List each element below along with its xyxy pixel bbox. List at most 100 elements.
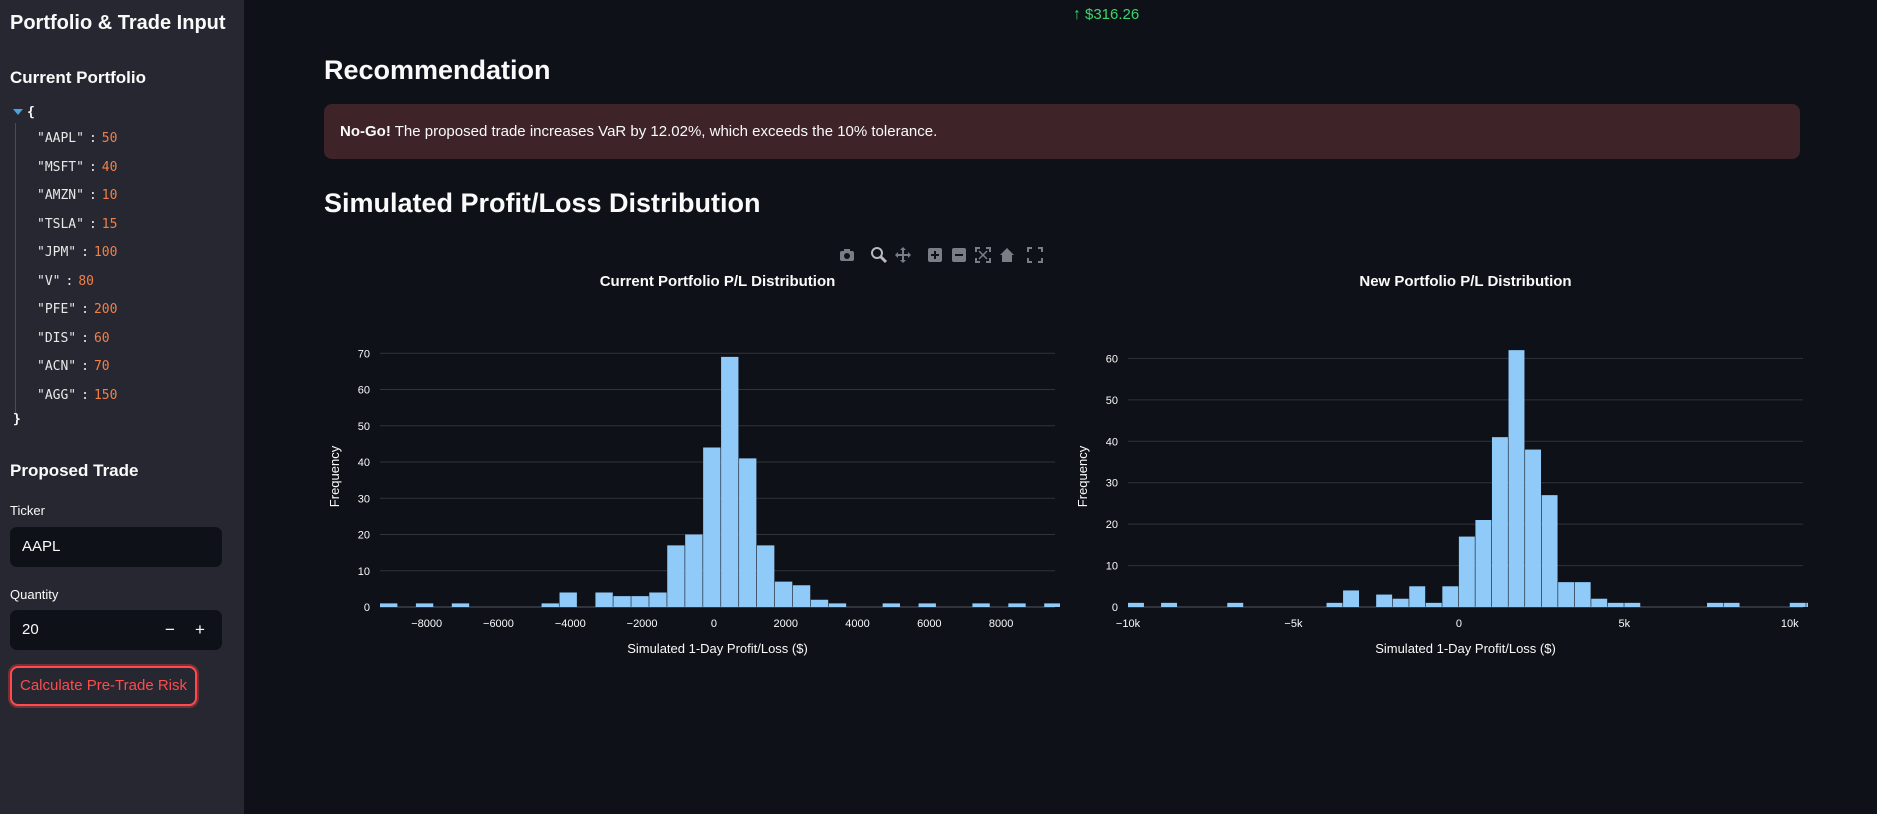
histogram-bar[interactable] (1475, 520, 1492, 607)
histogram-bar[interactable] (1574, 582, 1591, 607)
x-tick-label: −10k (1116, 618, 1141, 630)
histogram-bar[interactable] (739, 458, 757, 607)
histogram-bar[interactable] (667, 545, 685, 607)
x-tick-label: 8000 (989, 618, 1013, 630)
histogram-bar[interactable] (918, 603, 936, 607)
histogram-bar[interactable] (559, 592, 577, 608)
x-tick-label: 6000 (917, 618, 941, 630)
y-tick-label: 50 (1106, 395, 1118, 407)
portfolio-key: "JPM" (37, 245, 77, 260)
y-tick-label: 0 (364, 602, 370, 614)
pan-icon[interactable] (894, 246, 912, 264)
x-tick-label: 4000 (845, 618, 869, 630)
portfolio-key: "TSLA" (37, 216, 84, 232)
histogram-bar[interactable] (721, 356, 739, 607)
y-tick-label: 30 (358, 493, 370, 505)
quantity-value: 20 (22, 621, 39, 638)
portfolio-value: 10 (101, 188, 118, 203)
histogram-bar[interactable] (1607, 602, 1624, 607)
histogram-bar[interactable] (1458, 536, 1475, 607)
histogram-bar[interactable] (1707, 602, 1723, 607)
histogram-bar[interactable] (1541, 495, 1558, 607)
chart-title: Current Portfolio P/L Distribution (600, 273, 836, 290)
histogram-bar[interactable] (1723, 602, 1740, 607)
y-axis-label: Frequency (1075, 445, 1090, 507)
increment-button[interactable]: + (185, 610, 215, 650)
y-tick-label: 40 (1106, 436, 1118, 448)
portfolio-value: 60 (93, 330, 110, 346)
histogram-bar[interactable] (1442, 586, 1459, 607)
histogram-bar[interactable] (415, 603, 434, 607)
y-tick-label: 40 (358, 457, 370, 469)
histogram-bar[interactable] (631, 596, 649, 607)
histogram-bar[interactable] (1558, 582, 1575, 607)
collapse-caret-icon[interactable] (13, 109, 23, 115)
histogram-bar[interactable] (1806, 602, 1808, 607)
histogram-bar[interactable] (1624, 602, 1641, 607)
histogram-bar[interactable] (1044, 603, 1060, 607)
histogram-bar[interactable] (792, 585, 811, 607)
portfolio-key: "MSFT" (37, 159, 84, 175)
histogram-bar[interactable] (882, 603, 901, 607)
ticker-label: Ticker (10, 503, 45, 518)
calculate-risk-button[interactable]: Calculate Pre-Trade Risk (10, 666, 197, 706)
autoscale-icon[interactable] (974, 246, 992, 264)
distribution-heading: Simulated Profit/Loss Distribution (324, 188, 761, 218)
histogram-bar[interactable] (756, 545, 775, 607)
histogram-bar[interactable] (685, 534, 703, 608)
portfolio-entry: "PFE":200 (37, 300, 117, 320)
histogram-bar[interactable] (1525, 449, 1542, 607)
histogram-bar[interactable] (810, 599, 829, 607)
portfolio-colon: : (88, 216, 97, 232)
histogram-bar[interactable] (972, 603, 990, 607)
histogram-bar[interactable] (1409, 586, 1426, 607)
histogram-bar[interactable] (1326, 602, 1343, 607)
histogram-bar[interactable] (1591, 598, 1608, 607)
zoom-icon[interactable] (870, 246, 888, 264)
current-pl-histogram: 0 10 20 30 40 50 60 70 −8000 −6000 −4000 −2000 0 2000… (327, 273, 1060, 656)
alert-bold: No-Go! (340, 123, 391, 140)
histogram-bar[interactable] (595, 592, 613, 608)
zoom-out-icon[interactable] (950, 246, 968, 264)
histogram-bar[interactable] (541, 603, 559, 607)
portfolio-key: "AMZN" (37, 188, 84, 203)
histogram-bar[interactable] (1508, 350, 1525, 607)
histogram-bar[interactable] (1392, 598, 1409, 607)
histogram-bar[interactable] (1789, 602, 1806, 607)
json-brace-open: { (27, 105, 35, 120)
zoom-in-icon[interactable] (926, 246, 944, 264)
histogram-bar[interactable] (703, 447, 721, 608)
portfolio-value: 200 (93, 302, 118, 317)
x-tick-label: 5k (1619, 618, 1631, 630)
quantity-stepper[interactable]: 20 − + (10, 610, 222, 650)
x-axis-label: Simulated 1-Day Profit/Loss ($) (627, 641, 808, 656)
histogram-bar[interactable] (649, 592, 667, 608)
histogram-bar[interactable] (1425, 602, 1442, 607)
portfolio-entry: "AMZN":10 (37, 186, 117, 206)
camera-icon[interactable] (838, 246, 856, 264)
y-tick-label: 60 (1106, 353, 1118, 365)
decrement-button[interactable]: − (155, 610, 185, 650)
histogram-bar[interactable] (1227, 602, 1244, 607)
histogram-bar[interactable] (828, 603, 847, 607)
histogram-bar[interactable] (1161, 602, 1178, 607)
histogram-bar[interactable] (1128, 602, 1144, 607)
histogram-bar[interactable] (1376, 594, 1393, 607)
histogram-bar[interactable] (451, 603, 470, 607)
sidebar-title: Portfolio & Trade Input (10, 12, 226, 34)
portfolio-value: 150 (93, 387, 118, 403)
y-tick-label: 10 (1106, 561, 1118, 573)
x-tick-label: −4000 (555, 618, 586, 630)
portfolio-colon: : (81, 359, 89, 374)
ticker-input[interactable]: AAPL (10, 527, 222, 567)
fullscreen-icon[interactable] (1026, 246, 1044, 264)
histogram-bar[interactable] (774, 581, 793, 607)
portfolio-colon: : (88, 159, 97, 175)
histogram-bar[interactable] (380, 603, 398, 607)
histogram-bar[interactable] (613, 596, 631, 607)
histogram-bar[interactable] (1491, 437, 1508, 607)
histogram-bar[interactable] (1008, 603, 1026, 607)
trade-heading: Proposed Trade (10, 461, 139, 480)
home-icon[interactable] (998, 246, 1016, 264)
histogram-bar[interactable] (1343, 590, 1360, 607)
